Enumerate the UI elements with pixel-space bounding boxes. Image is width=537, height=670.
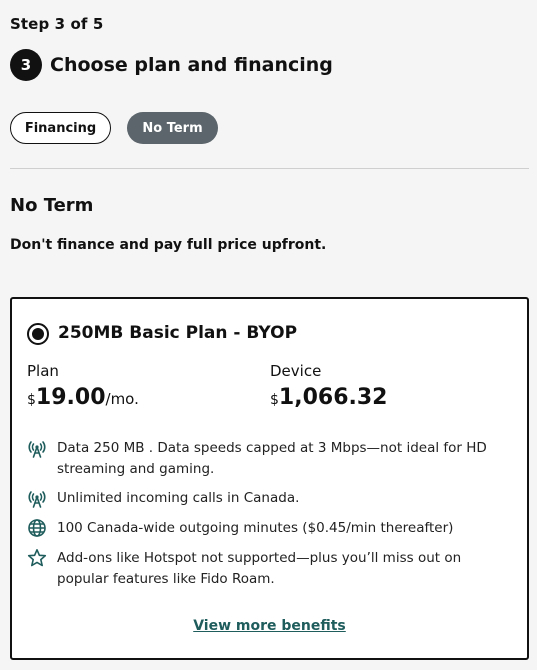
- term-toggle-group: Financing No Term: [10, 112, 218, 144]
- globe-icon: [28, 519, 46, 537]
- page-title: Choose plan and financing: [50, 54, 333, 76]
- view-more-benefits-link[interactable]: View more benefits: [12, 618, 527, 634]
- divider: [10, 168, 529, 169]
- plan-price: $ 19.00 /mo.: [27, 385, 139, 410]
- plan-price-label: Plan: [27, 362, 59, 380]
- feature-text: Add-ons like Hotspot not supported—plus …: [57, 550, 462, 587]
- feature-text: Data 250 MB . Data speeds capped at 3 Mb…: [57, 440, 487, 477]
- no-term-toggle-button[interactable]: No Term: [127, 112, 218, 144]
- financing-toggle-button[interactable]: Financing: [10, 112, 111, 144]
- radio-selected-dot: [32, 328, 44, 340]
- plan-card[interactable]: 250MB Basic Plan - BYOP Plan $ 19.00 /mo…: [10, 297, 529, 660]
- feature-item: Unlimited incoming calls in Canada.: [27, 488, 507, 509]
- step-number-badge: 3: [10, 49, 42, 81]
- device-price-amount: 1,066.32: [278, 385, 388, 410]
- plan-price-suffix: /mo.: [105, 390, 139, 408]
- section-description: Don't finance and pay full price upfront…: [10, 237, 327, 253]
- feature-text: Unlimited incoming calls in Canada.: [57, 490, 300, 506]
- signal-tower-icon: [28, 441, 46, 458]
- section-title: No Term: [10, 195, 94, 216]
- device-price-label: Device: [270, 362, 322, 380]
- page-heading: 3 Choose plan and financing: [10, 49, 333, 81]
- step-label: Step 3 of 5: [10, 15, 104, 33]
- plan-radio-button[interactable]: [27, 323, 49, 345]
- feature-item: Add-ons like Hotspot not supported—plus …: [27, 548, 507, 590]
- signal-tower-icon: [28, 491, 46, 508]
- feature-item: Data 250 MB . Data speeds capped at 3 Mb…: [27, 438, 507, 480]
- feature-item: 100 Canada-wide outgoing minutes ($0.45/…: [27, 518, 507, 539]
- feature-text: 100 Canada-wide outgoing minutes ($0.45/…: [57, 520, 454, 536]
- star-icon: [27, 549, 47, 567]
- device-price-currency: $: [270, 392, 279, 408]
- plan-name: 250MB Basic Plan - BYOP: [58, 323, 298, 343]
- plan-price-amount: 19.00: [35, 385, 106, 410]
- device-price: $ 1,066.32: [270, 385, 387, 410]
- plan-price-currency: $: [27, 392, 36, 408]
